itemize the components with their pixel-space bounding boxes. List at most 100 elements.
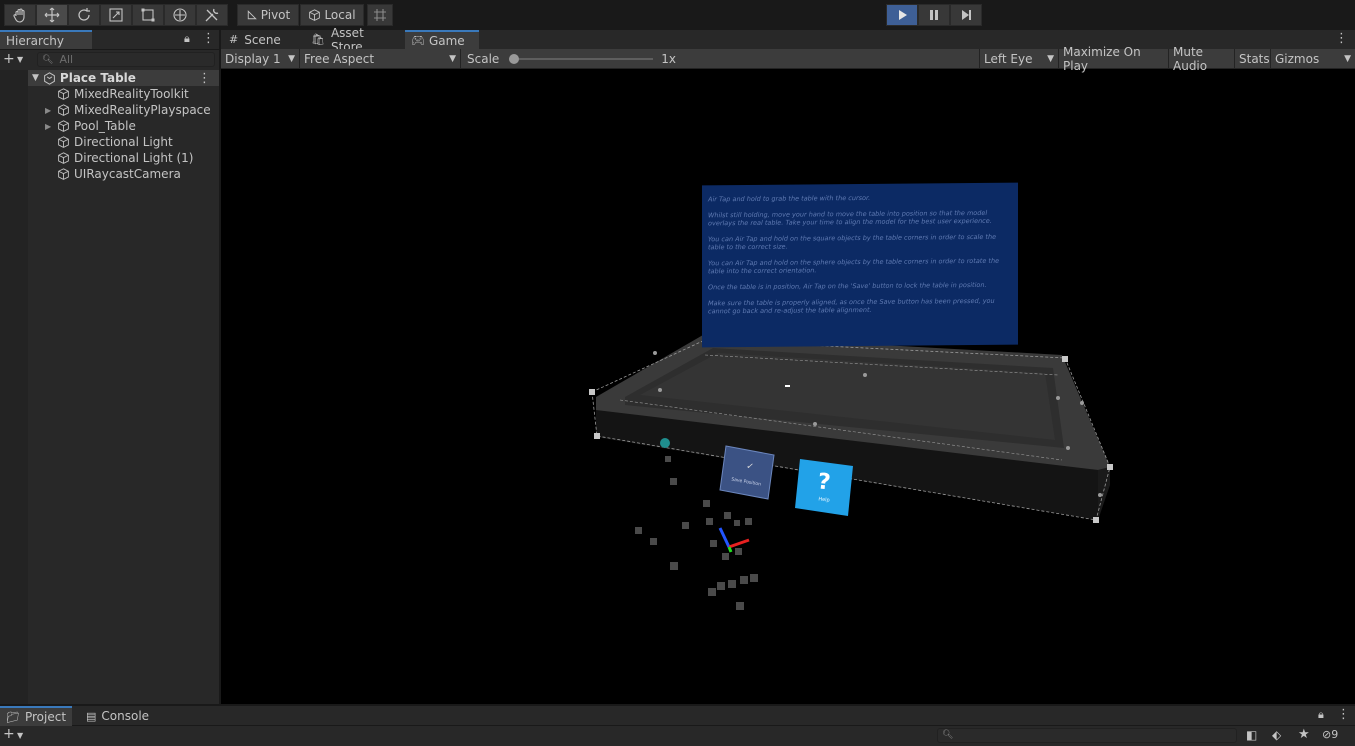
main-toolbar: Pivot Local <box>0 0 1355 30</box>
instructions-panel: Air Tap and hold to grab the table with … <box>702 182 1018 348</box>
aspect-dropdown[interactable]: Free Aspect ▼ <box>300 49 461 69</box>
scale-icon <box>109 8 123 22</box>
eye-dropdown[interactable]: Left Eye ▼ <box>979 49 1059 69</box>
mute-audio-toggle[interactable]: Mute Audio <box>1169 45 1235 73</box>
dropdown-arrow-icon: ▼ <box>449 54 456 64</box>
mute-label: Mute Audio <box>1173 45 1208 73</box>
hierarchy-item[interactable]: Directional Light (1) <box>45 150 193 166</box>
unity-scene-icon <box>44 71 55 85</box>
gizmo-x-axis <box>728 538 750 549</box>
hand-icon <box>13 8 25 23</box>
step-button[interactable] <box>950 4 982 26</box>
tab-game[interactable]: 🎮︎ Game <box>405 30 479 49</box>
hand-tool-button[interactable] <box>4 4 36 26</box>
chevron-down-icon[interactable]: ▼ <box>17 55 23 64</box>
display-dropdown[interactable]: Display 1 ▼ <box>221 49 300 69</box>
hierarchy-item-label: MixedRealityPlayspace <box>74 103 211 117</box>
dropdown-arrow-icon: ▼ <box>1344 54 1351 64</box>
scale-tool-button[interactable] <box>100 4 132 26</box>
scale-slider-track[interactable] <box>509 54 654 64</box>
pointer-sphere <box>660 438 670 448</box>
tab-hierarchy[interactable]: Hierarchy <box>0 30 92 49</box>
chevron-down-icon[interactable]: ▼ <box>32 73 39 83</box>
gizmo-z-axis <box>718 527 731 548</box>
grid-icon: # <box>229 33 239 46</box>
pivot-toggle-button[interactable]: Pivot <box>237 4 299 26</box>
hierarchy-item-label: UIRaycastCamera <box>74 167 181 181</box>
aspect-dropdown-label: Free Aspect <box>304 52 375 66</box>
kebab-menu-icon[interactable]: ⋮ <box>202 31 215 46</box>
scale-label: Scale <box>467 52 500 66</box>
tab-project[interactable]: 📁︎ Project <box>0 706 72 726</box>
transform-tool-button[interactable] <box>164 4 196 26</box>
kebab-menu-icon[interactable]: ⋮ <box>198 71 211 86</box>
hierarchy-item[interactable]: ▶ MixedRealityPlayspace <box>45 102 211 118</box>
hidden-packages-toggle[interactable]: ⊘ 9 <box>1322 728 1338 741</box>
stats-toggle[interactable]: Stats <box>1235 49 1271 69</box>
pivot-icon <box>247 10 257 20</box>
console-icon: ▤ <box>86 709 97 723</box>
gameobject-cube-icon <box>58 103 69 116</box>
pause-button[interactable] <box>918 4 950 26</box>
maximize-on-play-toggle[interactable]: Maximize On Play <box>1059 45 1169 73</box>
scale-slider-thumb[interactable] <box>509 54 520 64</box>
save-position-button[interactable] <box>719 445 775 500</box>
kebab-menu-icon[interactable]: ⋮ <box>1337 707 1350 722</box>
tab-console[interactable]: ▤ Console <box>80 706 160 726</box>
grid-snap-button[interactable] <box>367 4 393 26</box>
gameobject-cube-icon <box>58 135 69 148</box>
tab-scene[interactable]: # Scene <box>223 30 305 49</box>
rotate-icon <box>78 8 90 21</box>
tab-asset-store[interactable]: 🛍︎ Asset Store <box>305 26 405 54</box>
chevron-right-icon[interactable]: ▶ <box>45 122 57 131</box>
gizmos-dropdown[interactable]: Gizmos ▼ <box>1271 49 1355 69</box>
hierarchy-tabbar: Hierarchy 🔒︎ ⋮ <box>0 30 219 50</box>
bottom-tabbar: 📁︎ Project ▤ Console 🔒︎ ⋮ <box>0 706 1355 726</box>
rotate-tool-button[interactable] <box>68 4 100 26</box>
chevron-right-icon[interactable]: ▶ <box>45 106 57 115</box>
pause-icon <box>930 10 938 20</box>
hierarchy-item[interactable]: ▶ Pool_Table <box>45 118 136 134</box>
hierarchy-item-label: Pool_Table <box>74 119 136 133</box>
scale-value: 1x <box>661 52 677 66</box>
pivot-label: Pivot <box>260 8 291 22</box>
project-search-input[interactable]: 🔍︎ <box>937 728 1237 743</box>
play-button[interactable] <box>886 4 918 26</box>
custom-tool-button[interactable] <box>196 4 228 26</box>
kebab-menu-icon[interactable]: ⋮ <box>1335 31 1348 46</box>
instruction-paragraph: You can Air Tap and hold on the square o… <box>708 232 997 252</box>
hierarchy-search-input[interactable]: 🔍︎ All <box>37 52 215 67</box>
instruction-paragraph: Once the table is in position, Air Tap o… <box>708 280 987 292</box>
dropdown-arrow-icon: ▼ <box>1047 54 1054 64</box>
search-placeholder: All <box>59 53 74 66</box>
hierarchy-item[interactable]: UIRaycastCamera <box>45 166 181 182</box>
local-toggle-button[interactable]: Local <box>300 4 364 26</box>
lock-icon[interactable]: 🔒︎ <box>1318 708 1324 722</box>
add-icon[interactable]: + <box>3 726 15 742</box>
instruction-paragraph: Make sure the table is properly aligned,… <box>708 296 995 316</box>
hierarchy-item[interactable]: Directional Light <box>45 134 173 150</box>
gizmo-y-axis <box>727 546 733 553</box>
move-icon <box>44 7 60 23</box>
scene-row[interactable]: ▼ Place Table ⋮ <box>28 70 219 86</box>
rect-tool-button[interactable] <box>132 4 164 26</box>
hierarchy-search-row: + ▼ 🔍︎ All <box>0 50 219 70</box>
transform-icon <box>173 8 187 22</box>
step-icon <box>962 10 971 20</box>
gamepad-icon: 🎮︎ <box>411 34 425 47</box>
stats-label: Stats <box>1239 52 1270 66</box>
gameobject-cube-icon <box>58 119 69 132</box>
hierarchy-tab-label: Hierarchy <box>6 33 65 48</box>
chevron-down-icon[interactable]: ▼ <box>17 731 23 740</box>
instruction-paragraph: Whilst still holding, move your hand to … <box>708 208 992 228</box>
help-glyph: ? <box>816 469 832 496</box>
label-tag-icon[interactable]: ⬖ <box>1272 728 1281 742</box>
move-tool-button[interactable] <box>36 4 68 26</box>
gameobject-cube-icon <box>58 151 69 164</box>
add-icon[interactable]: + <box>3 51 15 67</box>
favorite-star-icon[interactable]: ★ <box>1298 727 1310 742</box>
filter-by-type-icon[interactable]: ◧ <box>1246 728 1257 742</box>
game-viewport-scene[interactable] <box>221 70 1355 704</box>
lock-icon[interactable]: 🔒︎ <box>184 32 190 46</box>
hierarchy-item[interactable]: MixedRealityToolkit <box>45 86 189 102</box>
